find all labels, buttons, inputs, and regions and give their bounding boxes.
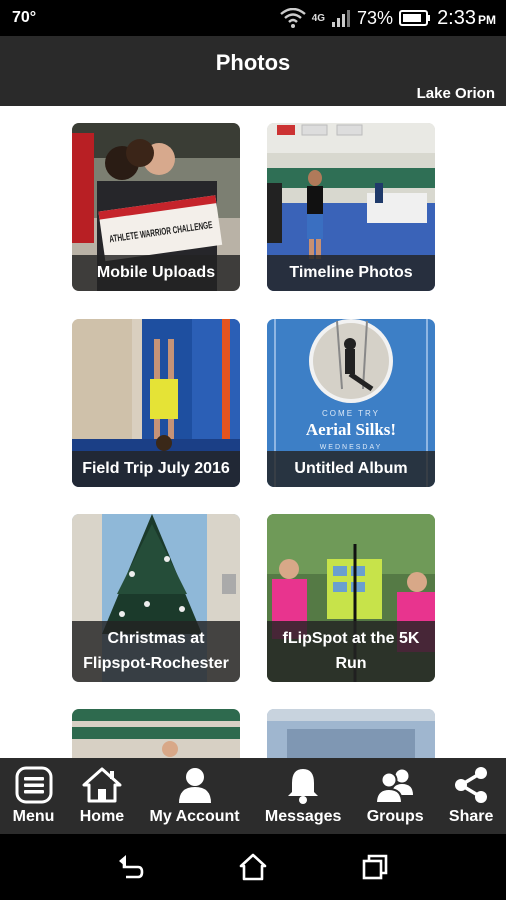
app-header: Photos Lake Orion <box>0 36 506 106</box>
nav-share-label: Share <box>448 808 494 825</box>
album-label: Christmas at Flipspot-Rochester <box>72 621 240 682</box>
status-bar: 70° 4G 73% 2:33 PM <box>0 0 506 36</box>
battery-icon <box>399 10 431 26</box>
nav-messages-label: Messages <box>264 808 342 825</box>
status-icons: 4G 73% 2:33 PM <box>279 7 496 30</box>
nav-home[interactable]: Home <box>67 758 137 834</box>
groups-icon <box>375 769 414 804</box>
network-type: 4G <box>311 12 326 24</box>
share-icon <box>455 767 488 803</box>
nav-messages[interactable]: Messages <box>252 758 354 834</box>
album-tile-untitled[interactable]: COME TRY Aerial Silks! WEDNESDAY Untitle… <box>267 319 435 487</box>
poster-line-1: COME TRY <box>322 409 380 418</box>
account-icon <box>178 768 211 803</box>
menu-icon <box>15 766 53 804</box>
clock-ampm: PM <box>478 12 496 27</box>
album-label: Mobile Uploads <box>72 255 240 291</box>
location-label: Lake Orion <box>416 85 495 102</box>
battery-percent: 73% <box>357 7 394 28</box>
wifi-icon <box>279 8 306 28</box>
home-icon <box>82 767 122 803</box>
album-tile-field-trip[interactable]: Field Trip July 2016 <box>72 319 240 487</box>
nav-my-account[interactable]: My Account <box>137 758 252 834</box>
nav-my-account-label: My Account <box>149 808 240 825</box>
signal-icon <box>332 10 351 27</box>
page-title: Photos <box>215 50 291 75</box>
clock: 2:33 PM <box>437 7 496 30</box>
nav-share[interactable]: Share <box>436 758 506 834</box>
poster-line-3: WEDNESDAY <box>320 444 383 451</box>
nav-menu[interactable]: Menu <box>0 758 67 834</box>
nav-groups[interactable]: Groups <box>354 758 436 834</box>
bell-icon <box>288 769 319 804</box>
album-tile-partial-2[interactable] <box>267 709 435 758</box>
temperature: 70° <box>12 9 37 26</box>
album-thumbnail <box>72 709 240 758</box>
album-tile-christmas[interactable]: Christmas at Flipspot-Rochester <box>72 514 240 682</box>
nav-home-label: Home <box>79 808 125 825</box>
album-tile-timeline-photos[interactable]: Timeline Photos <box>267 123 435 291</box>
album-label: Field Trip July 2016 <box>72 451 240 487</box>
album-grid[interactable]: ATHLETE WARRIOR CHALLENGE Mobile Uploads… <box>0 106 506 758</box>
album-tile-5k-run[interactable]: fLipSpot at the 5K Run <box>267 514 435 682</box>
poster-line-2: Aerial Silks! <box>306 420 396 439</box>
album-label: Timeline Photos <box>267 255 435 291</box>
back-icon[interactable] <box>116 852 146 882</box>
album-thumbnail <box>267 709 435 758</box>
album-tile-partial-1[interactable] <box>72 709 240 758</box>
clock-time: 2:33 <box>437 6 476 29</box>
album-tile-mobile-uploads[interactable]: ATHLETE WARRIOR CHALLENGE Mobile Uploads <box>72 123 240 291</box>
nav-groups-label: Groups <box>366 808 424 825</box>
nav-menu-label: Menu <box>12 808 55 825</box>
album-label: fLipSpot at the 5K Run <box>267 621 435 682</box>
album-label: Untitled Album <box>267 451 435 487</box>
bottom-nav: Menu Home My Account Messages Groups Sha… <box>0 758 506 834</box>
home-button-icon[interactable] <box>238 852 268 882</box>
recent-apps-icon[interactable] <box>360 852 390 882</box>
system-nav-bar <box>0 834 506 900</box>
